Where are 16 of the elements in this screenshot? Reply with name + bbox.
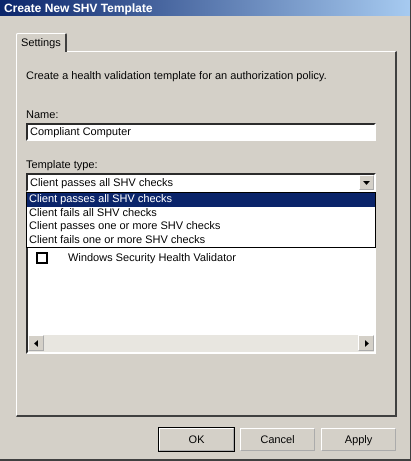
settings-tab[interactable]: Settings (16, 33, 67, 52)
description-text: Create a health validation template for an authorization policy. (26, 70, 328, 82)
dialog-button[interactable]: OK (159, 428, 234, 451)
validator-name: Windows Security Health Validator (68, 252, 236, 264)
dialog-button[interactable]: Cancel (240, 428, 315, 451)
name-label: Name: (26, 109, 60, 121)
horizontal-scrollbar[interactable] (28, 335, 374, 352)
dropdown-option[interactable]: Client passes all SHV checks (27, 193, 375, 206)
window-title: Create New SHV Template (4, 1, 152, 15)
template-type-label: Template type: (26, 159, 99, 171)
dialog-button[interactable]: Apply (321, 428, 396, 451)
name-field[interactable]: Compliant Computer (26, 123, 376, 141)
scroll-right-icon[interactable] (358, 335, 374, 351)
template-type-dropdown[interactable]: Client passes all SHV checks (26, 173, 376, 192)
scroll-left-icon[interactable] (28, 335, 44, 351)
checkbox[interactable] (36, 252, 48, 264)
